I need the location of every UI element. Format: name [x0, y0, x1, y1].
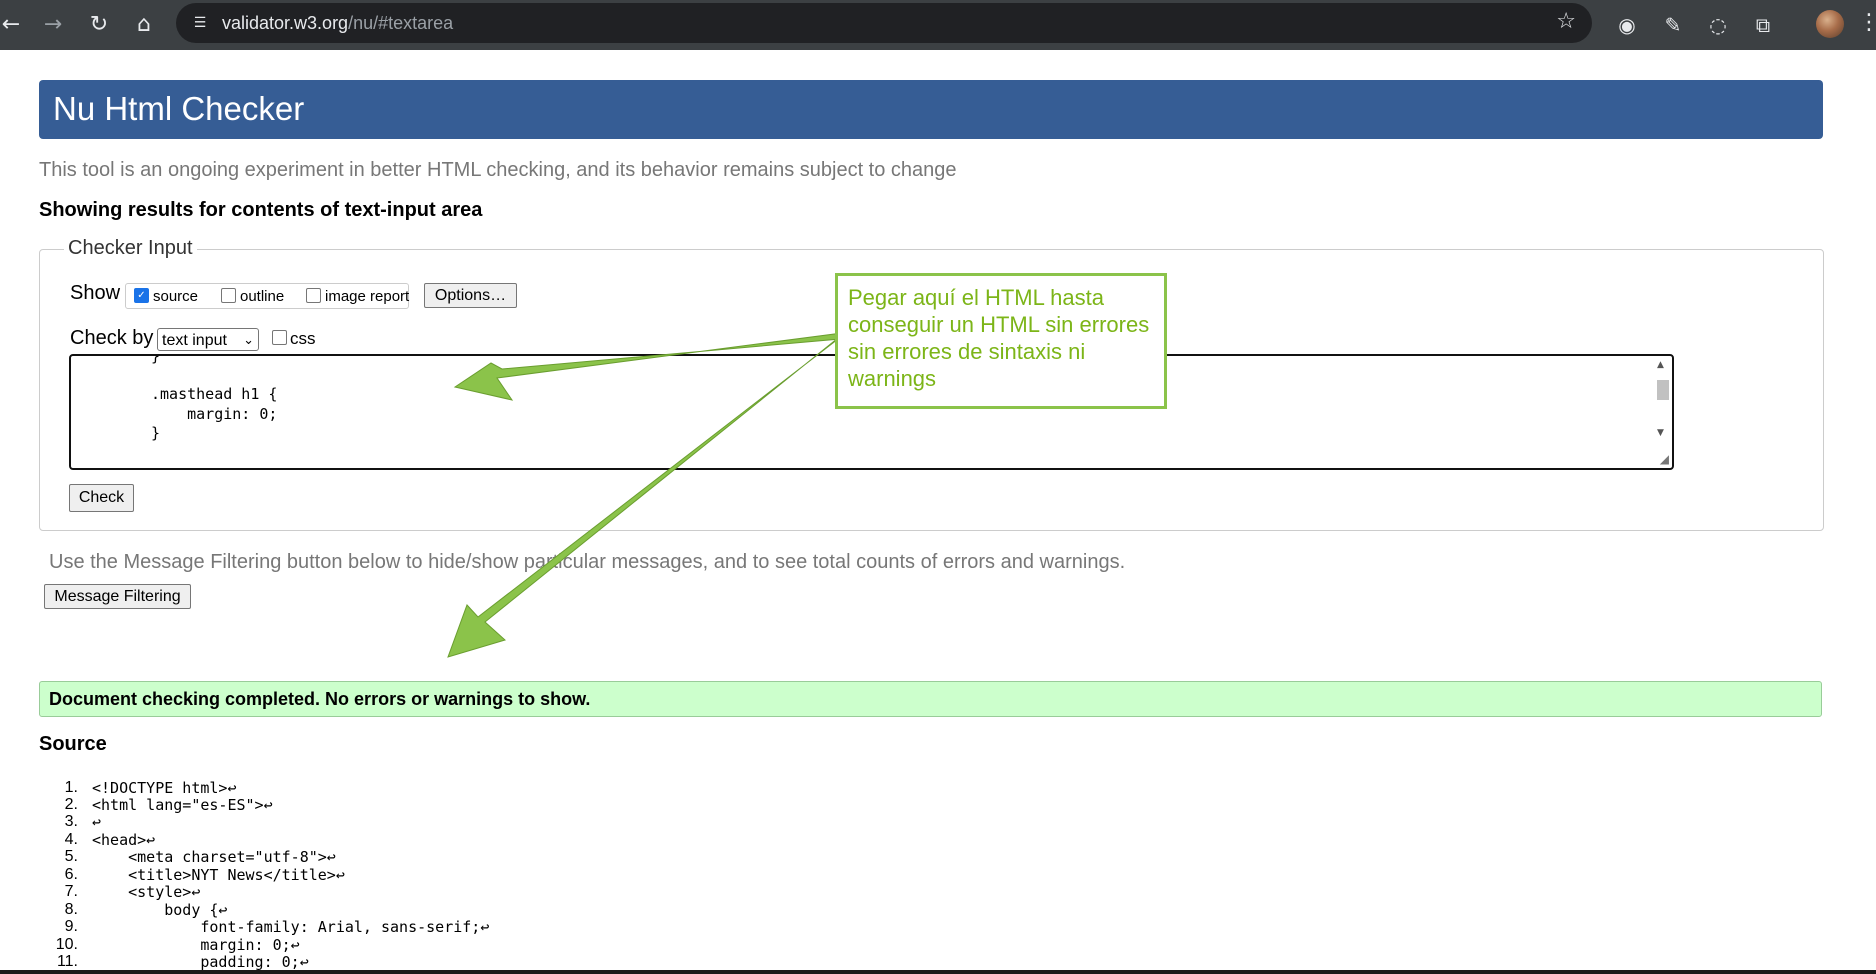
- window-bottom-edge: [0, 970, 1876, 974]
- source-line: margin: 0;↩: [92, 936, 300, 954]
- source-line: <html lang="es-ES">↩: [92, 796, 273, 814]
- chevron-down-icon: ⌄: [243, 333, 254, 348]
- source-line-number: 10.: [55, 936, 78, 953]
- source-line: ↩: [92, 813, 102, 831]
- annotation-text: Pegar aquí el HTML hasta conseguir un HT…: [848, 285, 1150, 391]
- source-line-number: 4.: [64, 831, 78, 848]
- source-line-number: 3.: [64, 813, 78, 830]
- resize-grip-icon[interactable]: ◢: [1660, 452, 1669, 466]
- css-label[interactable]: css: [290, 329, 316, 349]
- back-icon[interactable]: ←: [0, 8, 28, 42]
- bookmark-star-icon[interactable]: ☆: [1556, 9, 1576, 34]
- url-path: /nu/#textarea: [348, 13, 454, 33]
- outline-label[interactable]: outline: [240, 288, 284, 305]
- scroll-down-icon[interactable]: ▼: [1657, 428, 1664, 438]
- textarea-scrollbar[interactable]: ▲ ▼: [1654, 358, 1670, 464]
- url-text[interactable]: validator.w3.org/nu/#textarea: [222, 13, 453, 34]
- scroll-up-icon[interactable]: ▲: [1657, 360, 1664, 370]
- browser-toolbar: ← → ↻ ⌂ ☰ validator.w3.org/nu/#textarea …: [0, 0, 1876, 50]
- menu-dots-icon[interactable]: ⋮: [1858, 8, 1876, 38]
- forward-icon[interactable]: →: [36, 8, 70, 42]
- check-by-label: Check by: [70, 327, 154, 349]
- scroll-thumb[interactable]: [1657, 380, 1669, 400]
- textarea-line: .masthead h1 {: [151, 385, 278, 403]
- eyedropper-icon[interactable]: ✎: [1658, 10, 1688, 40]
- camera-icon[interactable]: ◉: [1612, 10, 1642, 40]
- url-domain: validator.w3.org: [222, 13, 349, 33]
- checker-input-legend: Checker Input: [64, 237, 197, 260]
- message-filtering-button[interactable]: Message Filtering: [44, 584, 191, 609]
- show-label: Show: [70, 282, 121, 304]
- source-line-number: 11.: [56, 953, 78, 970]
- textarea-line: }: [151, 354, 161, 365]
- source-line: <meta charset="utf-8">↩: [92, 848, 336, 866]
- page-header: Nu Html Checker: [39, 80, 1823, 139]
- extensions-icon[interactable]: ⧉: [1748, 10, 1778, 40]
- image-report-label[interactable]: image report: [325, 288, 409, 305]
- source-line: font-family: Arial, sans-serif;↩: [92, 918, 490, 936]
- intro-text: This tool is an ongoing experiment in be…: [39, 159, 957, 181]
- source-line: <head>↩: [92, 831, 156, 849]
- source-line-number: 5.: [64, 848, 78, 865]
- reload-icon[interactable]: ↻: [82, 8, 116, 42]
- source-line: <!DOCTYPE html>↩: [92, 779, 237, 797]
- css-checkbox[interactable]: [272, 330, 287, 345]
- source-checkbox[interactable]: ✓: [134, 288, 149, 303]
- textarea-line: margin: 0;: [151, 405, 278, 423]
- address-bar[interactable]: ☰ validator.w3.org/nu/#textarea ☆: [176, 3, 1592, 43]
- source-line: <style>↩: [92, 883, 201, 901]
- image-report-checkbox[interactable]: [306, 288, 321, 303]
- profile-avatar[interactable]: [1816, 10, 1844, 38]
- source-line: padding: 0;↩: [92, 953, 309, 971]
- source-line-number: 7.: [64, 883, 78, 900]
- source-line-number: 9.: [64, 918, 78, 935]
- show-options-group: ✓ source outline image report: [125, 283, 409, 309]
- message-filtering-description: Use the Message Filtering button below t…: [49, 551, 1126, 573]
- success-message: Document checking completed. No errors o…: [49, 689, 591, 709]
- check-by-value: text input: [162, 332, 227, 349]
- outline-checkbox[interactable]: [221, 288, 236, 303]
- source-line: <title>NYT News</title>↩: [92, 866, 345, 884]
- source-line-number: 6.: [64, 866, 78, 883]
- source-line-number: 1.: [64, 779, 78, 796]
- check-by-select[interactable]: text input ⌄: [157, 328, 259, 351]
- source-line-number: 2.: [64, 796, 78, 813]
- source-line-number: 8.: [64, 901, 78, 918]
- sync-icon[interactable]: ◌: [1703, 10, 1733, 40]
- source-heading: Source: [39, 733, 107, 755]
- results-heading: Showing results for contents of text-inp…: [39, 199, 483, 221]
- annotation-callout: Pegar aquí el HTML hasta conseguir un HT…: [835, 273, 1167, 409]
- check-button[interactable]: Check: [69, 484, 134, 512]
- success-message-box: Document checking completed. No errors o…: [39, 681, 1822, 717]
- options-button[interactable]: Options…: [424, 283, 517, 308]
- home-icon[interactable]: ⌂: [127, 8, 161, 42]
- textarea-line: }: [151, 424, 161, 442]
- page-title: Nu Html Checker: [53, 90, 305, 127]
- source-label[interactable]: source: [153, 288, 198, 305]
- site-info-icon[interactable]: ☰: [190, 13, 210, 33]
- source-line: body {↩: [92, 901, 228, 919]
